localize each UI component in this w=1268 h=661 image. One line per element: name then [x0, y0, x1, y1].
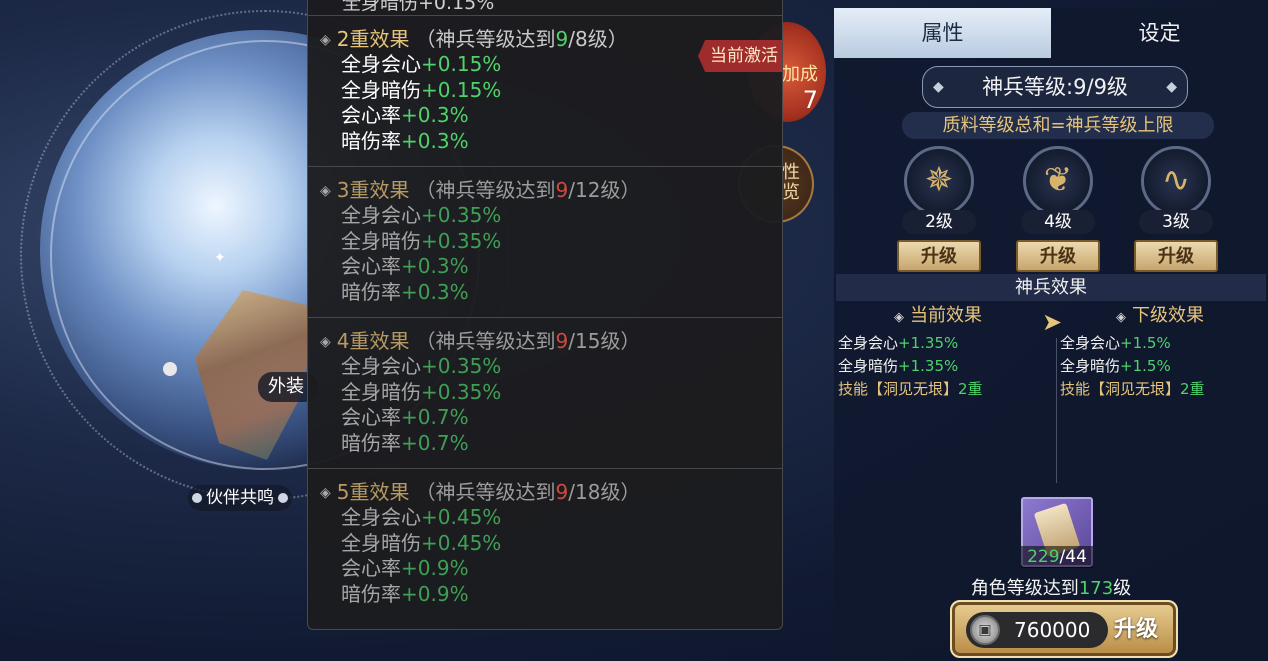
effect-tier: ◈ 2重效果 （神兵等级达到9/8级） 全身会心+0.15% 全身暗伤+0.15% 会心率…	[308, 16, 782, 167]
material-upgrade-button[interactable]: 升级	[897, 240, 981, 272]
dot-icon	[278, 493, 288, 503]
tier-stat-line: 全身会心+0.35%	[341, 354, 502, 378]
tooltip-cutoff-row: 全身暗伤+0.15%	[308, 0, 782, 16]
tier-title: 3重效果	[336, 178, 410, 202]
column-divider	[1056, 338, 1057, 483]
diamond-icon: ◈	[320, 334, 331, 350]
diamond-icon: ◈	[894, 310, 904, 325]
level-requirement-text: 角色等级达到173级	[970, 578, 1132, 599]
material-count: 229/44	[1021, 546, 1093, 568]
current-effect-title: ◈ 当前效果	[894, 305, 982, 326]
tier-title: 2重效果	[336, 27, 410, 51]
effect-skill-line: 技能【洞见无垠】2重	[1060, 380, 1205, 398]
material-upgrade-button[interactable]: 升级	[1016, 240, 1100, 272]
tier-stat-line: 暗伤率+0.9%	[341, 581, 469, 606]
effect-tier: ◈ 4重效果 （神兵等级达到9/15级） 全身会心+0.35% 全身暗伤+0.35% 会心…	[308, 318, 782, 469]
tier-header: ◈ 3重效果 （神兵等级达到9/12级）	[308, 177, 782, 203]
effect-tier: ◈ 5重效果 （神兵等级达到9/18级） 全身会心+0.45% 全身暗伤+0.45% 会心…	[308, 469, 782, 620]
tab-attributes[interactable]: 属性	[834, 8, 1051, 58]
diamond-icon: ◈	[320, 485, 331, 501]
ribbon-icon[interactable]: ∿	[1141, 146, 1211, 216]
tier-condition: （神兵等级达到9/18级）	[415, 480, 641, 504]
next-effect-title: ◈ 下级效果	[1116, 305, 1204, 326]
material-slot-1: ✵ 2级 升级	[897, 146, 981, 272]
tier-stat-line: 全身暗伤+0.15%	[341, 77, 502, 102]
level-rule-text: 质料等级总和=神兵等级上限	[902, 112, 1214, 139]
cutoff-text: 全身暗伤+0.15%	[342, 0, 495, 14]
upgrade-label: 升级	[1114, 617, 1159, 642]
material-level: 4级	[1021, 210, 1095, 234]
weapon-level-text: 神兵等级:9/9级	[982, 75, 1128, 99]
partner-resonance-label: 伙伴共鸣	[206, 488, 274, 508]
tier-list: ◈ 2重效果 （神兵等级达到9/8级） 全身会心+0.15% 全身暗伤+0.15% 会心率…	[308, 16, 782, 620]
tier-stat-line: 全身暗伤+0.35%	[341, 228, 502, 253]
tier-condition: （神兵等级达到9/15级）	[415, 329, 641, 353]
right-panel: 属性 设定 ◆ 神兵等级:9/9级 ◆ 质料等级总和=神兵等级上限 ✵ 2级 升…	[834, 8, 1268, 661]
current-effect-column: ◈ 当前效果 全身会心+1.35% 全身暗伤+1.35% 技能【洞见无垠】2重	[838, 304, 1038, 401]
tier-header: ◈ 5重效果 （神兵等级达到9/18级）	[308, 479, 782, 505]
tier-stat-line: 暗伤率+0.3%	[341, 128, 469, 153]
tier-stat-line: 会心率+0.7%	[341, 405, 469, 429]
tier-stat-line: 暗伤率+0.7%	[341, 430, 469, 455]
tier-stat-line: 暗伤率+0.3%	[341, 279, 469, 304]
diamond-icon: ◆	[933, 79, 944, 95]
tier-stat-line: 全身会心+0.45%	[341, 505, 502, 529]
partner-resonance-button[interactable]: 伙伴共鸣	[188, 485, 292, 511]
golden-fruit-icon[interactable]: ❦	[1023, 146, 1093, 216]
sparkle-icon: ✦	[214, 250, 226, 266]
diamond-icon: ◈	[320, 32, 331, 48]
effect-line: 全身暗伤+1.5%	[1060, 357, 1171, 375]
upgrade-button[interactable]: ▣ 760000 升级	[950, 600, 1178, 658]
effect-line: 全身会心+1.35%	[838, 334, 959, 352]
tier-title: 4重效果	[336, 329, 410, 353]
effect-line: 全身暗伤+1.35%	[838, 357, 959, 375]
effect-line: 全身会心+1.5%	[1060, 334, 1171, 352]
set-effect-tooltip: 全身暗伤+0.15% ◈ 2重效果 （神兵等级达到9/8级） 全身会心+0.15% 全身…	[307, 0, 783, 630]
tab-bar: 属性 设定	[834, 8, 1268, 58]
material-slot-2: ❦ 4级 升级	[1016, 146, 1100, 272]
dot-icon	[192, 493, 202, 503]
tier-stat-line: 会心率+0.3%	[341, 103, 469, 127]
weapon-effect-header: 神兵效果	[836, 274, 1266, 301]
tier-title: 5重效果	[336, 480, 410, 504]
next-effect-column: ◈ 下级效果 全身会心+1.5% 全身暗伤+1.5% 技能【洞见无垠】2重	[1060, 304, 1260, 401]
branch-icon[interactable]: ✵	[904, 146, 974, 216]
tier-condition: （神兵等级达到9/12级）	[415, 178, 641, 202]
tier-stat-line: 全身暗伤+0.45%	[341, 530, 502, 555]
material-slot-3: ∿ 3级 升级	[1134, 146, 1218, 272]
tier-stat-line: 全身暗伤+0.35%	[341, 379, 502, 404]
tier-header: ◈ 4重效果 （神兵等级达到9/15级）	[308, 328, 782, 354]
material-level: 2级	[902, 210, 976, 234]
effect-tier: ◈ 3重效果 （神兵等级达到9/12级） 全身会心+0.35% 全身暗伤+0.35% 会心…	[308, 167, 782, 318]
effect-skill-line: 技能【洞见无垠】2重	[838, 380, 983, 398]
active-tag: 当前激活	[698, 40, 782, 72]
weapon-level-display: ◆ 神兵等级:9/9级 ◆	[922, 66, 1188, 108]
cost-value: 760000	[1014, 618, 1091, 642]
bonus-label: 加成	[782, 64, 818, 85]
coin-icon: ▣	[970, 615, 1000, 645]
material-upgrade-button[interactable]: 升级	[1134, 240, 1218, 272]
diamond-icon: ◈	[1116, 310, 1126, 325]
orbit-node	[163, 362, 177, 376]
tier-stat-line: 全身会心+0.35%	[341, 203, 502, 227]
cost-display: ▣ 760000	[966, 612, 1108, 648]
tier-stat-line: 会心率+0.3%	[341, 254, 469, 278]
diamond-icon: ◆	[1166, 79, 1177, 95]
tab-settings[interactable]: 设定	[1051, 8, 1268, 58]
diamond-icon: ◈	[320, 183, 331, 199]
tier-stat-line: 会心率+0.9%	[341, 556, 469, 580]
material-level: 3级	[1139, 210, 1213, 234]
tier-condition: （神兵等级达到9/8级）	[415, 27, 628, 51]
